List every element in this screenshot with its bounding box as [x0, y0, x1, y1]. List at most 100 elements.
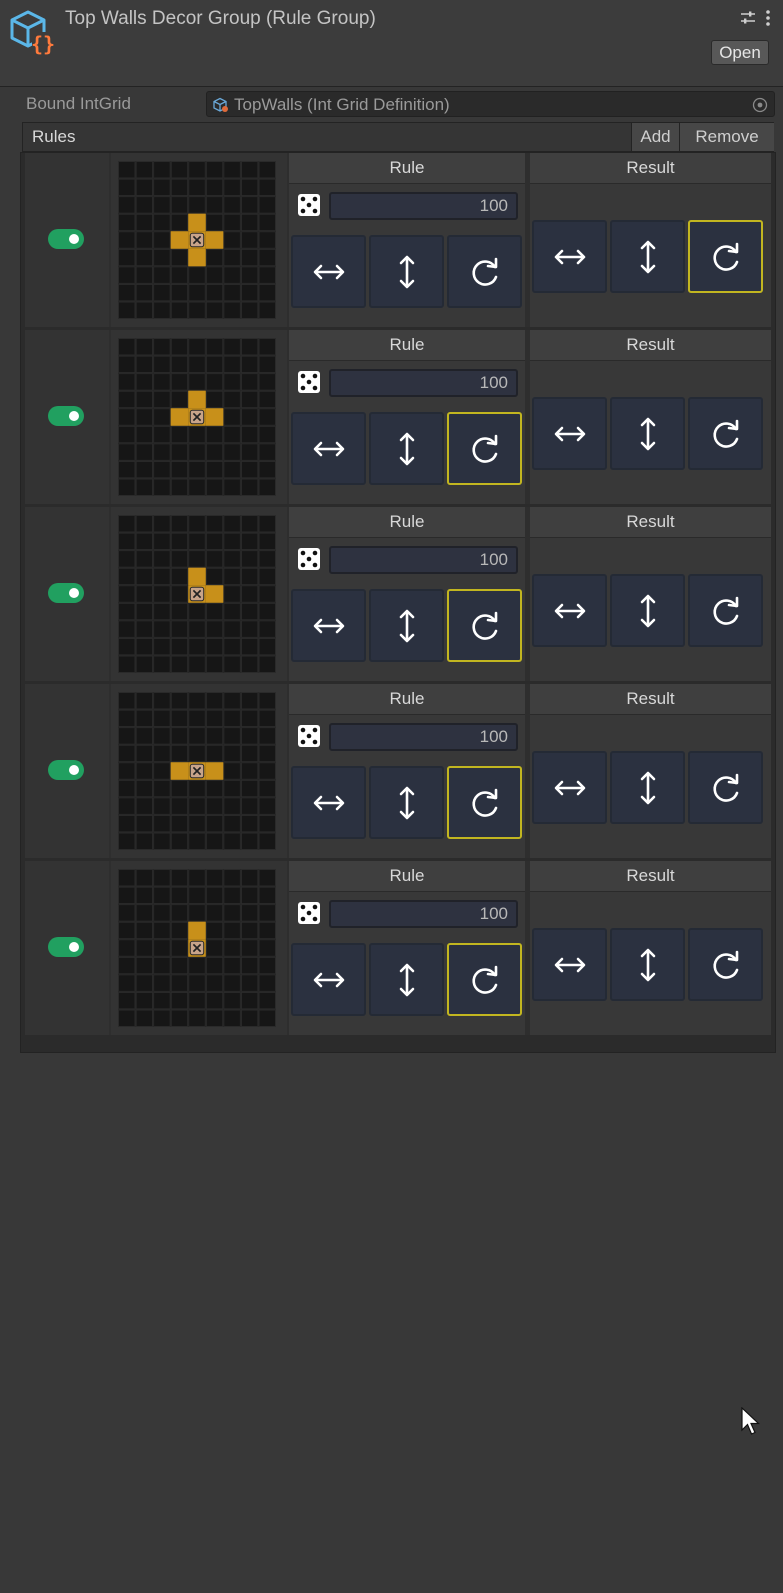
object-picker-icon[interactable]: [752, 97, 768, 113]
inspector-header: {} Top Walls Decor Group (Rule Group) Op…: [0, 0, 783, 87]
center-tile-icon[interactable]: [188, 231, 206, 249]
result-panel: Result: [530, 330, 771, 504]
chance-field[interactable]: 100: [329, 900, 518, 928]
dice-icon: [298, 194, 320, 216]
rule-pattern-grid[interactable]: [118, 338, 276, 496]
result-flip-x-button[interactable]: [532, 751, 607, 824]
result-flip-y-button[interactable]: [610, 397, 685, 470]
rule-pattern-grid[interactable]: [118, 869, 276, 1027]
pattern-tile[interactable]: [170, 762, 189, 780]
mouse-cursor-icon: [741, 1407, 761, 1435]
pattern-tile[interactable]: [205, 762, 224, 780]
rule-flip-x-button[interactable]: [291, 766, 366, 839]
pattern-tile[interactable]: [205, 231, 224, 249]
rule-flip-y-button[interactable]: [369, 589, 444, 662]
rule-rotate-button[interactable]: [447, 589, 522, 662]
add-rule-button[interactable]: Add: [631, 123, 679, 151]
rotate-icon: [472, 257, 498, 286]
flip-horizontal-icon: [554, 249, 586, 265]
rule-flip-x-button[interactable]: [291, 943, 366, 1016]
chance-field[interactable]: 100: [329, 546, 518, 574]
result-rotate-button[interactable]: [688, 928, 763, 1001]
kebab-menu-icon[interactable]: [764, 9, 772, 27]
rule-pattern-grid[interactable]: [118, 515, 276, 673]
flip-vertical-icon: [399, 786, 415, 820]
rule-panel-title: Rule: [289, 153, 525, 184]
result-flip-y-button[interactable]: [610, 751, 685, 824]
rule-row: Rule 100 Result: [25, 507, 771, 681]
pattern-tile[interactable]: [170, 231, 189, 249]
rule-enabled-toggle[interactable]: [48, 406, 84, 426]
result-rotate-button[interactable]: [688, 574, 763, 647]
rule-pattern-cell: [111, 684, 287, 858]
rotate-icon: [713, 596, 739, 625]
rule-pattern-cell: [111, 861, 287, 1035]
center-tile-icon[interactable]: [188, 408, 206, 426]
pattern-tile[interactable]: [188, 248, 206, 267]
flip-vertical-icon: [399, 963, 415, 997]
chance-field[interactable]: 100: [329, 192, 518, 220]
result-flip-y-button[interactable]: [610, 928, 685, 1001]
result-rotate-button[interactable]: [688, 220, 763, 293]
result-flip-y-button[interactable]: [610, 220, 685, 293]
rule-panel-title: Rule: [289, 330, 525, 361]
chance-field[interactable]: 100: [329, 369, 518, 397]
rotate-icon: [472, 434, 498, 463]
rotate-icon: [472, 611, 498, 640]
rule-rotate-button[interactable]: [447, 412, 522, 485]
rule-flip-x-button[interactable]: [291, 235, 366, 308]
rule-rotate-button[interactable]: [447, 943, 522, 1016]
pattern-tile[interactable]: [188, 390, 206, 409]
result-flip-x-button[interactable]: [532, 574, 607, 647]
result-panel-title: Result: [530, 861, 771, 892]
pattern-tile[interactable]: [205, 408, 224, 426]
flip-vertical-icon: [640, 948, 656, 982]
rule-pattern-grid[interactable]: [118, 161, 276, 319]
dice-icon: [298, 902, 320, 924]
flip-vertical-icon: [640, 594, 656, 628]
rule-flip-y-button[interactable]: [369, 412, 444, 485]
flip-horizontal-icon: [554, 426, 586, 442]
center-tile-icon[interactable]: [188, 585, 206, 603]
rule-panel: Rule 100: [289, 684, 525, 858]
rules-label: Rules: [32, 127, 76, 146]
pattern-tile[interactable]: [188, 921, 206, 940]
rotate-icon: [713, 242, 739, 271]
center-tile-icon[interactable]: [188, 939, 206, 957]
rule-flip-y-button[interactable]: [369, 235, 444, 308]
rule-rotate-button[interactable]: [447, 766, 522, 839]
result-flip-y-button[interactable]: [610, 574, 685, 647]
pattern-tile[interactable]: [188, 213, 206, 232]
flip-horizontal-icon: [313, 795, 345, 811]
rule-flip-x-button[interactable]: [291, 412, 366, 485]
open-button[interactable]: Open: [711, 40, 769, 65]
rule-group-asset-icon: {}: [10, 10, 55, 56]
rule-rotate-button[interactable]: [447, 235, 522, 308]
result-panel-title: Result: [530, 330, 771, 361]
rule-enabled-toggle[interactable]: [48, 760, 84, 780]
rule-pattern-grid[interactable]: [118, 692, 276, 850]
result-flip-x-button[interactable]: [532, 928, 607, 1001]
rule-enabled-toggle[interactable]: [48, 583, 84, 603]
rule-flip-x-button[interactable]: [291, 589, 366, 662]
rule-enabled-toggle[interactable]: [48, 937, 84, 957]
result-flip-x-button[interactable]: [532, 220, 607, 293]
result-rotate-button[interactable]: [688, 397, 763, 470]
result-rotate-button[interactable]: [688, 751, 763, 824]
rule-flip-y-button[interactable]: [369, 766, 444, 839]
chance-field[interactable]: 100: [329, 723, 518, 751]
center-tile-icon[interactable]: [188, 762, 206, 780]
rule-flip-y-button[interactable]: [369, 943, 444, 1016]
pattern-tile[interactable]: [170, 408, 189, 426]
flip-horizontal-icon: [554, 957, 586, 973]
rotate-icon: [472, 788, 498, 817]
bound-intgrid-field[interactable]: TopWalls (Int Grid Definition): [206, 91, 775, 117]
rule-panel: Rule 100: [289, 153, 525, 327]
rule-row: Rule 100 Result: [25, 153, 771, 327]
pattern-tile[interactable]: [188, 567, 206, 586]
sliders-icon[interactable]: [740, 10, 756, 26]
remove-rule-button[interactable]: Remove: [679, 123, 774, 151]
pattern-tile[interactable]: [205, 585, 224, 603]
result-flip-x-button[interactable]: [532, 397, 607, 470]
rule-enabled-toggle[interactable]: [48, 229, 84, 249]
